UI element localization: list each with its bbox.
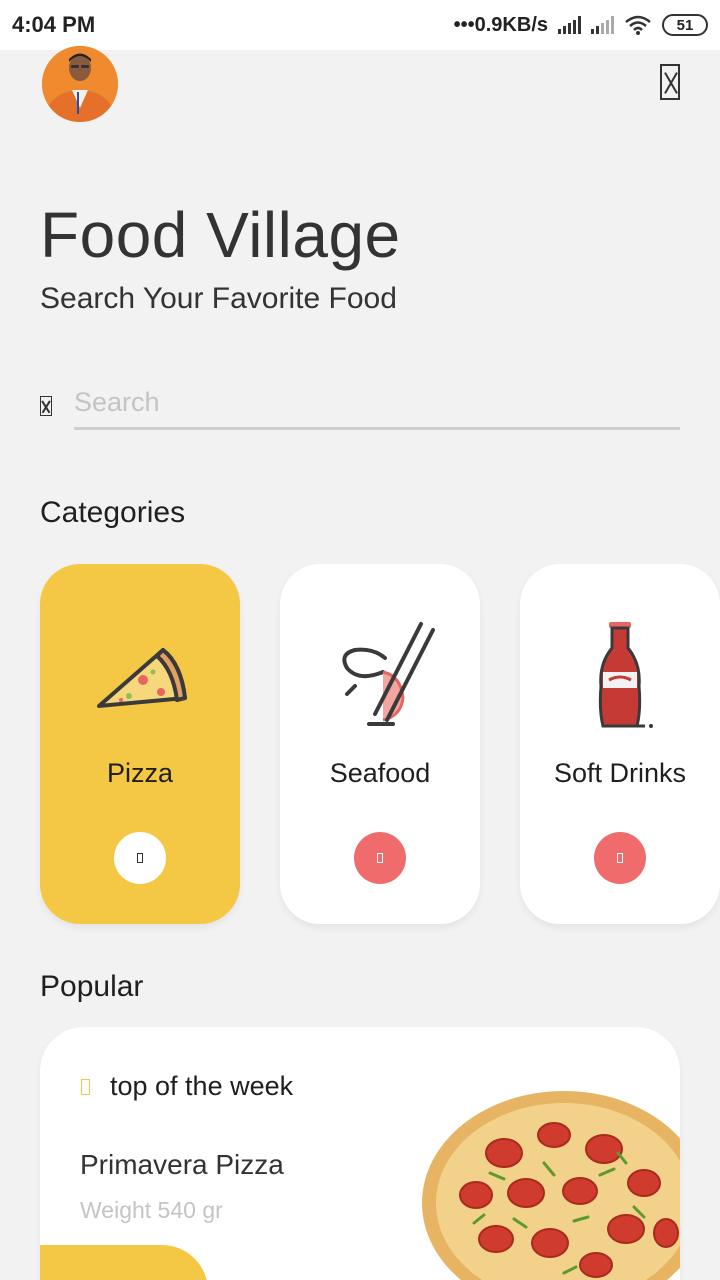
star-icon bbox=[81, 1079, 90, 1095]
arrow-icon bbox=[377, 853, 383, 863]
avatar-image bbox=[42, 46, 118, 122]
category-label: Pizza bbox=[106, 758, 174, 788]
category-card-pizza[interactable]: Pizza bbox=[40, 564, 240, 924]
pizza-photo bbox=[422, 1091, 680, 1280]
profile-avatar[interactable] bbox=[42, 46, 118, 122]
shrimp-chopsticks-icon bbox=[342, 622, 435, 726]
category-card-soft-drinks[interactable]: Soft Drinks bbox=[520, 564, 720, 924]
status-bar: 4:04 PM •••0.9KB/s 51 bbox=[0, 0, 720, 50]
signal-icon bbox=[558, 16, 581, 34]
categories-title: Categories bbox=[40, 496, 186, 529]
category-label: Seafood bbox=[329, 758, 431, 788]
popular-badge: top of the week bbox=[110, 1071, 294, 1101]
search-input[interactable] bbox=[74, 378, 680, 430]
wifi-icon bbox=[625, 15, 651, 35]
soda-bottle-icon bbox=[598, 622, 653, 728]
search-icon bbox=[40, 396, 52, 416]
arrow-icon bbox=[617, 853, 623, 863]
network-speed: •••0.9KB/s bbox=[453, 13, 548, 36]
popular-item-weight: Weight 540 gr bbox=[80, 1197, 223, 1223]
status-time: 4:04 PM bbox=[12, 12, 96, 37]
status-icons: •••0.9KB/s 51 bbox=[454, 14, 708, 37]
category-select-button[interactable] bbox=[354, 832, 406, 884]
popular-add-button[interactable] bbox=[40, 1245, 208, 1280]
page-title: Food Village bbox=[40, 199, 401, 271]
popular-title: Popular bbox=[40, 970, 144, 1003]
popular-card[interactable]: top of the week Primavera Pizza Weight 5… bbox=[40, 1027, 680, 1280]
category-select-button[interactable] bbox=[114, 832, 166, 884]
battery-icon: 51 bbox=[662, 14, 708, 36]
menu-icon[interactable] bbox=[660, 64, 680, 100]
popular-item-name: Primavera Pizza bbox=[80, 1149, 284, 1180]
category-select-button[interactable] bbox=[594, 832, 646, 884]
category-card-seafood[interactable]: Seafood bbox=[280, 564, 480, 924]
page-subtitle: Search Your Favorite Food bbox=[40, 282, 397, 315]
pizza-slice-icon bbox=[97, 648, 187, 708]
signal-weak-icon bbox=[591, 16, 614, 34]
category-label: Soft Drinks bbox=[553, 758, 687, 788]
arrow-icon bbox=[137, 853, 143, 863]
